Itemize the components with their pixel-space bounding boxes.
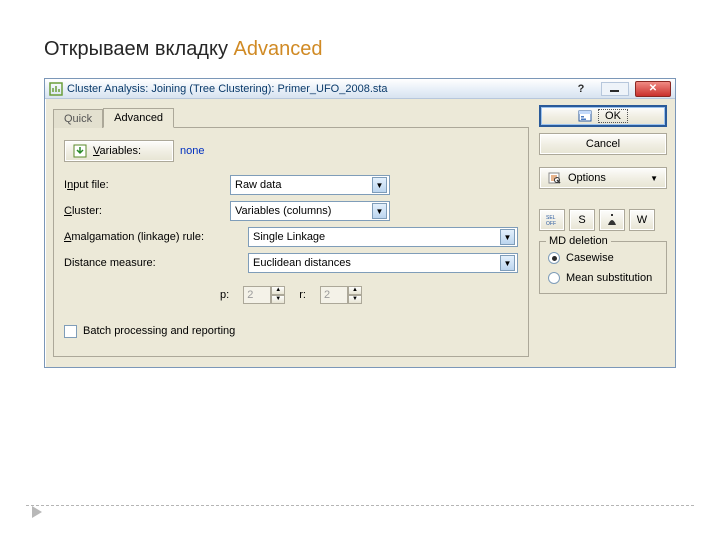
r-label: r: [299,289,306,301]
tab-quick[interactable]: Quick [53,109,103,128]
chevron-down-icon: ▼ [500,229,515,245]
spin-up-icon[interactable]: ▲ [271,286,285,295]
mean-radio[interactable] [548,272,560,284]
chevron-down-icon: ▼ [372,177,387,193]
p-input [243,286,271,304]
distance-combo[interactable]: Euclidean distances ▼ [248,253,518,273]
chevron-down-icon: ▼ [500,255,515,271]
input-file-label: Input file: [64,179,224,191]
minimize-button[interactable] [601,82,629,96]
cluster-label: Cluster: [64,205,224,217]
p-label: p: [220,289,229,301]
input-file-combo[interactable]: Raw data ▼ [230,175,390,195]
slide-title-prefix: Открываем вкладку [44,38,234,60]
weight-button[interactable] [599,209,625,231]
tab-advanced-page: Variables: none Input file: Raw data ▼ C… [53,127,529,357]
syntax-button[interactable]: SELOFF [539,209,565,231]
help-button[interactable]: ? [567,82,595,96]
play-icon [32,506,42,518]
distance-value: Euclidean distances [253,257,351,269]
r-spinner[interactable]: ▲▼ [320,286,362,304]
syntax-icon: SELOFF [545,213,559,227]
cluster-combo[interactable]: Variables (columns) ▼ [230,201,390,221]
p-spinner[interactable]: ▲▼ [243,286,285,304]
right-pane: OK Cancel Options ▼ SELOFF S W [539,105,667,357]
tab-advanced[interactable]: Advanced [103,108,174,128]
ok-button[interactable]: OK [539,105,667,127]
variables-value[interactable]: none [180,145,204,157]
batch-checkbox[interactable] [64,325,77,338]
options-icon [548,171,562,185]
spin-down-icon[interactable]: ▼ [348,295,362,304]
md-legend: MD deletion [546,235,611,247]
window-title: Cluster Analysis: Joining (Tree Clusteri… [67,83,388,95]
batch-label: Batch processing and reporting [83,325,235,337]
dialog-window: Cluster Analysis: Joining (Tree Clusteri… [44,78,676,368]
distance-label: Distance measure: [64,257,242,269]
slide-divider [26,505,694,506]
svg-text:OFF: OFF [546,221,556,227]
ok-label: OK [598,109,628,123]
chevron-down-icon: ▼ [372,203,387,219]
linkage-combo[interactable]: Single Linkage ▼ [248,227,518,247]
chevron-down-icon: ▼ [650,174,658,183]
linkage-label: Amalgamation (linkage) rule: [64,231,242,243]
input-file-value: Raw data [235,179,281,191]
casewise-label: Casewise [566,252,614,264]
app-icon [49,82,63,96]
spin-up-icon[interactable]: ▲ [348,286,362,295]
linkage-value: Single Linkage [253,231,325,243]
options-label: Options [568,172,606,184]
weight-icon [605,213,619,227]
cluster-value: Variables (columns) [235,205,331,217]
summary-icon [578,109,592,123]
variables-button-label: ariables: [100,145,142,157]
variables-icon [73,144,87,158]
casewise-radio[interactable] [548,252,560,264]
variables-button[interactable]: Variables: [64,140,174,162]
spin-down-icon[interactable]: ▼ [271,295,285,304]
md-deletion-group: MD deletion Casewise Mean substitution [539,241,667,294]
minimize-icon [609,85,621,93]
close-button[interactable]: ✕ [635,81,671,97]
left-pane: Quick Advanced Variables: none Input fil… [53,105,539,357]
mean-label: Mean substitution [566,272,652,285]
cancel-button[interactable]: Cancel [539,133,667,155]
w-button[interactable]: W [629,209,655,231]
tab-strip: Quick Advanced [53,105,529,127]
slide-title: Открываем вкладку Advanced [44,38,322,61]
s-button[interactable]: S [569,209,595,231]
titlebar: Cluster Analysis: Joining (Tree Clusteri… [45,79,675,99]
r-input [320,286,348,304]
window-controls: ? ✕ [567,81,671,97]
slide-title-highlight: Advanced [234,38,323,60]
options-button[interactable]: Options ▼ [539,167,667,189]
